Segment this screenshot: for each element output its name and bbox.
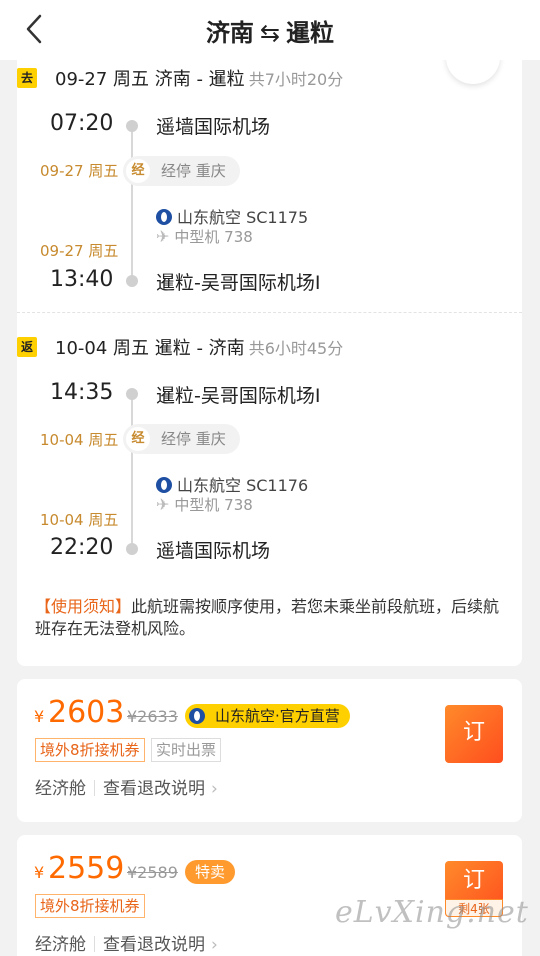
return-stopover: 经 经停 重庆: [123, 424, 240, 454]
outbound-arrive-airport: 暹粒-吴哥国际机场I: [156, 272, 321, 294]
return-route: 10-04 周五 暹粒 - 济南: [55, 338, 245, 359]
outbound-heading: 09-27 周五 济南 - 暹粒 共7小时20分: [55, 65, 343, 91]
outbound-airline: 山东航空 SC1175: [156, 204, 308, 228]
cabin-class: 经济舱: [35, 935, 86, 955]
instant-ticket-chip: 实时出票: [151, 738, 222, 762]
cabin-row: 经济舱 查看退改说明 ›: [35, 930, 218, 955]
return-duration: 共6小时45分: [248, 339, 344, 358]
pickup-coupon-chip: 境外8折接机券: [35, 738, 145, 762]
return-flight-number: 山东航空 SC1176: [177, 476, 309, 495]
return-depart-airport: 暹粒-吴哥国际机场I: [156, 385, 321, 407]
timeline-dot: [126, 275, 138, 287]
itinerary-card: 去 09-27 周五 济南 - 暹粒 共7小时20分 07:20 遥墙国际机场 0…: [17, 56, 522, 666]
stopover-badge: 经: [126, 159, 150, 183]
book-button[interactable]: 订: [445, 705, 503, 763]
outbound-depart-airport: 遥墙国际机场: [156, 116, 271, 138]
return-depart-time: 14:35: [50, 380, 114, 405]
timeline-dot: [126, 543, 138, 555]
swap-arrow-icon: ⇆: [259, 19, 281, 47]
currency-symbol: ¥: [34, 707, 45, 726]
return-arrive-time: 22:20: [50, 535, 114, 560]
stopover-text: 经停 重庆: [161, 162, 226, 180]
return-aircraft: ✈ 中型机 738: [156, 494, 253, 515]
outbound-arrive-date: 09-27 周五: [40, 242, 119, 260]
fare-price: 2559: [48, 851, 125, 886]
outbound-depart-time: 07:20: [50, 111, 114, 136]
top-nav-bar: 济南 ⇆ 暹粒: [0, 0, 540, 60]
page-title: 济南 ⇆ 暹粒: [0, 13, 540, 48]
outbound-flight-number: 山东航空 SC1175: [177, 208, 309, 227]
shandong-airlines-logo-icon: [156, 477, 172, 493]
return-stop-date: 10-04 周五: [40, 431, 119, 449]
shandong-airlines-logo-icon: [189, 708, 205, 724]
timeline-dot: [126, 120, 138, 132]
refund-policy-link[interactable]: 查看退改说明: [103, 935, 205, 955]
separator: [94, 780, 95, 796]
title-destination: 暹粒: [286, 19, 335, 47]
return-tag: 返: [17, 337, 37, 357]
book-label: 订: [462, 868, 485, 893]
outbound-duration: 共7小时20分: [248, 70, 344, 89]
return-airline: 山东航空 SC1176: [156, 472, 308, 496]
stopover-text: 经停 重庆: [161, 430, 226, 448]
special-sale-badge: 特卖: [185, 860, 236, 884]
official-direct-badge: 山东航空·官方直营: [185, 704, 350, 728]
return-timeline: [131, 398, 133, 546]
timeline-dot: [126, 388, 138, 400]
return-aircraft-type: 中型机 738: [174, 496, 253, 514]
outbound-stop-date: 09-27 周五: [40, 162, 119, 180]
separator: [94, 936, 95, 952]
outbound-aircraft-type: 中型机 738: [174, 228, 253, 246]
chevron-right-icon: ›: [211, 779, 218, 799]
return-arrive-date: 10-04 周五: [40, 511, 119, 529]
outbound-arrive-time: 13:40: [50, 267, 114, 292]
original-price: ¥2589: [127, 863, 178, 882]
outbound-timeline: [131, 130, 133, 276]
fare-offer-card[interactable]: ¥ 2603 ¥2633 山东航空·官方直营 境外8折接机券 实时出票 经济舱查…: [17, 679, 522, 822]
outbound-tag: 去: [17, 68, 37, 88]
cabin-class: 经济舱: [35, 779, 86, 799]
refund-policy-link[interactable]: 查看退改说明: [103, 779, 205, 799]
airplane-icon: ✈: [156, 495, 170, 514]
outbound-route: 09-27 周五 济南 - 暹粒: [55, 69, 245, 90]
outbound-stopover: 经 经停 重庆: [123, 156, 240, 186]
currency-symbol: ¥: [34, 863, 45, 882]
stopover-badge: 经: [126, 427, 150, 451]
site-watermark: eLvXing.net: [335, 895, 529, 930]
outbound-aircraft: ✈ 中型机 738: [156, 226, 253, 247]
original-price: ¥2633: [127, 707, 178, 726]
chevron-right-icon: ›: [211, 935, 218, 955]
notice-label: 【使用须知】: [35, 597, 132, 616]
return-heading: 10-04 周五 暹粒 - 济南 共6小时45分: [55, 334, 343, 360]
segment-divider: [17, 312, 522, 313]
shandong-airlines-logo-icon: [156, 209, 172, 225]
usage-notice: 【使用须知】此航班需按顺序使用，若您未乘坐前段航班，后续航班存在无法登机风险。: [35, 596, 505, 640]
pickup-coupon-chip: 境外8折接机券: [35, 894, 145, 918]
title-origin: 济南: [205, 19, 254, 47]
official-direct-label: 山东航空·官方直营: [215, 707, 340, 725]
cabin-row: 经济舱 查看退改说明 ›: [35, 774, 218, 799]
floating-circle-button[interactable]: [446, 56, 500, 84]
airplane-icon: ✈: [156, 227, 170, 246]
fare-price: 2603: [48, 695, 125, 730]
return-arrive-airport: 遥墙国际机场: [156, 540, 271, 562]
